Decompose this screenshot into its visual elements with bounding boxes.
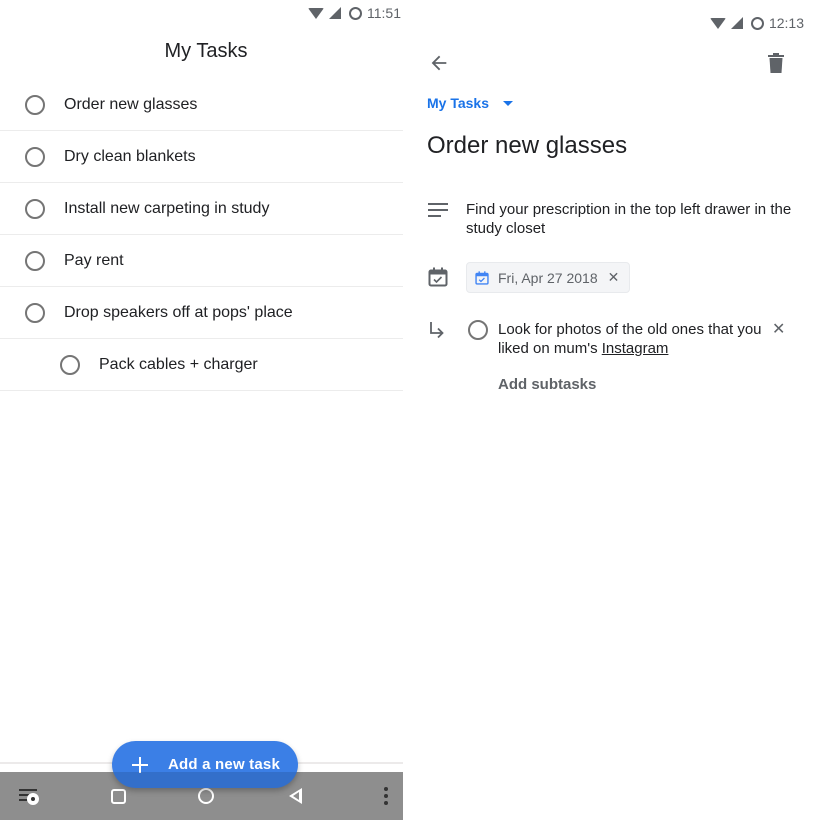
task-detail-screen: 12:13 My Tasks Order new glasses Find yo… — [412, 0, 824, 820]
task-label: Order new glasses — [64, 95, 198, 113]
close-icon[interactable]: ✕ — [608, 269, 620, 286]
arrow-left-icon — [431, 55, 447, 71]
task-list-screen: 11:51 My Tasks Order new glasses Dry cle… — [0, 0, 403, 820]
plus-icon — [132, 756, 148, 773]
subtask-item[interactable]: Pack cables + charger — [60, 339, 403, 391]
home-icon — [198, 788, 214, 804]
task-notes[interactable]: Find your prescription in the top left d… — [466, 200, 796, 238]
recents-icon — [110, 788, 126, 804]
task-checkbox[interactable] — [25, 302, 45, 323]
menu-button[interactable] — [18, 772, 40, 820]
task-label: Pack cables + charger — [99, 355, 258, 373]
list-selector[interactable]: My Tasks — [427, 95, 513, 111]
instagram-link[interactable]: Instagram — [602, 340, 669, 357]
subtask-checkbox[interactable] — [468, 320, 488, 340]
task-label: Drop speakers off at pops' place — [64, 303, 293, 321]
calendar-icon — [475, 270, 489, 285]
trash-icon — [768, 53, 784, 73]
task-item[interactable]: Dry clean blankets — [0, 131, 403, 183]
add-task-button[interactable]: Add a new task — [112, 741, 298, 788]
add-subtasks-button[interactable]: Add subtasks — [498, 376, 596, 393]
task-title[interactable]: Order new glasses — [427, 132, 627, 160]
more-icon — [384, 787, 388, 805]
menu-icon — [19, 787, 39, 805]
task-label: Install new carpeting in study — [64, 199, 270, 217]
subtask-arrow-icon — [428, 321, 446, 339]
battery-icon — [750, 16, 764, 30]
task-item[interactable]: Install new carpeting in study — [0, 183, 403, 235]
notes-icon — [428, 202, 448, 218]
task-list: Order new glasses Dry clean blankets Ins… — [0, 79, 403, 391]
delete-button[interactable] — [766, 52, 786, 74]
task-checkbox[interactable] — [25, 94, 45, 115]
status-time: 11:51 — [367, 5, 401, 21]
list-selector-value: My Tasks — [427, 95, 489, 111]
page-title: My Tasks — [164, 40, 248, 62]
calendar-icon — [428, 267, 448, 287]
wifi-icon — [709, 17, 726, 29]
more-button[interactable] — [378, 772, 394, 820]
task-item[interactable]: Drop speakers off at pops' place — [0, 287, 403, 339]
task-label: Pay rent — [64, 251, 124, 269]
task-label: Dry clean blankets — [64, 147, 196, 165]
subtask-text[interactable]: Look for photos of the old ones that you… — [498, 320, 768, 358]
close-icon[interactable]: ✕ — [772, 319, 785, 339]
task-checkbox[interactable] — [25, 146, 45, 167]
status-bar: 11:51 — [308, 0, 401, 26]
battery-icon — [349, 6, 362, 20]
task-checkbox[interactable] — [25, 250, 45, 271]
back-button[interactable] — [428, 52, 450, 74]
task-checkbox[interactable] — [60, 354, 80, 375]
task-checkbox[interactable] — [25, 198, 45, 219]
task-item[interactable]: Pay rent — [0, 235, 403, 287]
wifi-icon — [308, 7, 324, 19]
status-bar: 12:13 — [709, 10, 804, 36]
due-date-chip[interactable]: Fri, Apr 27 2018 ✕ — [466, 262, 631, 293]
signal-icon — [730, 17, 743, 29]
add-task-label: Add a new task — [168, 756, 280, 773]
due-date-label: Fri, Apr 27 2018 — [498, 269, 598, 286]
status-time: 12:13 — [768, 15, 804, 31]
task-item[interactable]: Order new glasses — [0, 79, 403, 131]
signal-icon — [329, 7, 341, 19]
back-icon — [288, 788, 302, 804]
caret-down-icon — [503, 100, 513, 106]
